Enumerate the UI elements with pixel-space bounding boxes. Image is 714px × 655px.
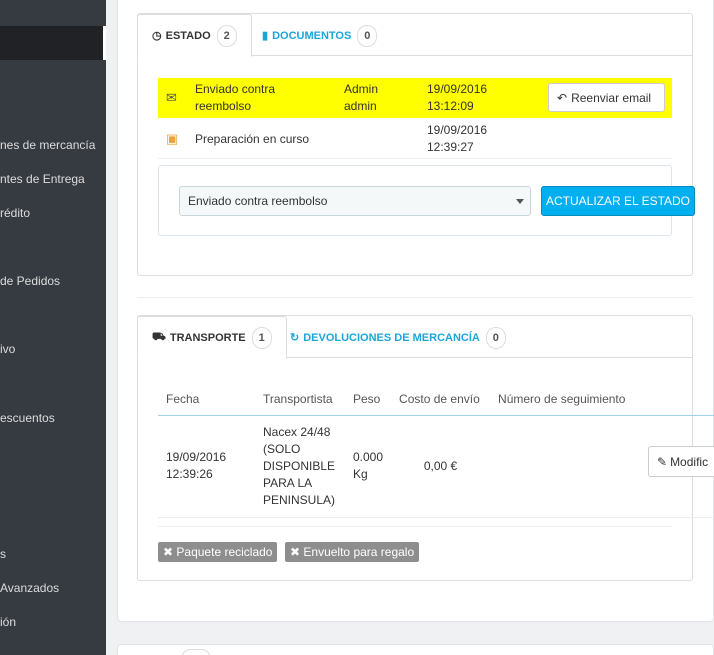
tab-devoluciones-count: 0 — [485, 326, 506, 349]
sidebar-item[interactable]: s — [0, 544, 106, 564]
gift-wrap-label: Envuelto para regalo — [303, 545, 415, 559]
next-panel — [117, 644, 714, 655]
sidebar-active-item[interactable] — [0, 26, 106, 60]
envelope-icon: ✉ — [166, 90, 177, 105]
history-employee: Admin admin — [344, 82, 379, 113]
resend-email-button[interactable]: ↶ Reenviar email — [548, 83, 665, 112]
tab-transporte[interactable]: ⛟ Transporte 1 — [137, 316, 287, 359]
edit-shipping-label: Modific — [670, 454, 709, 469]
history-state: Preparación en curso — [195, 132, 310, 146]
sidebar: nes de mercancía ntes de Entrega rédito … — [0, 0, 106, 655]
status-update-form: Enviado contra reembolso Actualizar el e… — [158, 165, 695, 236]
tab-estado-count: 2 — [216, 24, 237, 47]
truck-icon: ⛟ — [152, 330, 166, 343]
sidebar-item[interactable]: Avanzados — [0, 578, 106, 598]
history-date: 19/09/2016 12:39:27 — [427, 123, 488, 154]
tab-devoluciones-label: Devoluciones de mercancía — [303, 331, 480, 344]
col-transportista: Transportista — [255, 383, 345, 416]
divider — [158, 526, 672, 527]
pencil-icon: ✎ — [657, 454, 668, 469]
file-icon: ▮ — [262, 30, 269, 42]
resend-email-label: Reenviar email — [571, 90, 652, 105]
order-status-select[interactable]: Enviado contra reembolso — [179, 186, 531, 216]
sidebar-item[interactable]: ivo — [0, 339, 106, 359]
col-fecha: Fecha — [158, 383, 255, 416]
package-icon: ▣ — [166, 131, 179, 146]
history-date: 19/09/2016 13:12:09 — [427, 82, 488, 113]
gift-wrap-tag: ✖ Envuelto para regalo — [285, 542, 420, 562]
next-panel-tab — [181, 649, 211, 655]
undo-icon: ↻ — [290, 332, 300, 344]
shipping-date: 19/09/2016 12:39:26 — [158, 415, 255, 518]
update-status-button[interactable]: Actualizar el estado — [541, 186, 695, 216]
col-costo: Costo de envío — [391, 383, 491, 416]
clock-icon: ◷ — [152, 30, 162, 42]
chevron-down-icon — [516, 199, 524, 204]
recycled-package-label: Paquete reciclado — [176, 545, 273, 559]
shipping-cost: 0,00 € — [391, 415, 491, 518]
sidebar-item[interactable]: nes de mercancía — [0, 135, 106, 155]
col-seguimiento: Número de seguimiento — [490, 383, 714, 416]
close-icon: ✖ — [290, 545, 301, 559]
shipping-weight: 0.000 Kg — [345, 415, 392, 518]
sidebar-item[interactable]: escuentos — [0, 408, 106, 428]
history-state: Enviado contra reembolso — [195, 82, 276, 113]
shipping-carrier: Nacex 24/48 (SOLO DISPONIBLE PARA LA PEN… — [255, 415, 345, 518]
sidebar-item[interactable]: ntes de Entrega — [0, 169, 106, 189]
shipping-tab-row: ⛟ Transporte 1 ↻ Devoluciones de mercanc… — [137, 316, 692, 359]
close-icon: ✖ — [163, 545, 174, 559]
history-row: ✉ Enviado contra reembolso Admin admin 1… — [158, 78, 672, 118]
sidebar-item[interactable]: rédito — [0, 203, 106, 223]
tab-transporte-label: Transporte — [169, 331, 246, 344]
sidebar-item[interactable]: ión — [0, 612, 106, 632]
tab-transporte-count: 1 — [251, 326, 272, 349]
table-row: 19/09/2016 12:39:26 Nacex 24/48 (SOLO DI… — [158, 415, 714, 518]
tab-estado[interactable]: ◷ Estado 2 — [137, 14, 252, 57]
tab-devoluciones[interactable]: ↻ Devoluciones de mercancía 0 — [276, 316, 520, 359]
edit-shipping-button[interactable]: ✎ Modific — [648, 446, 714, 477]
order-status-selected: Enviado contra reembolso — [188, 194, 328, 208]
tab-documentos-count: 0 — [357, 24, 378, 47]
tab-estado-label: Estado — [165, 29, 211, 42]
table-header-row: Fecha Transportista Peso Costo de envío … — [158, 383, 714, 416]
col-peso: Peso — [345, 383, 392, 416]
status-tab-row: ◷ Estado 2 ▮ Documentos 0 — [137, 14, 692, 57]
tab-documentos-label: Documentos — [272, 29, 352, 42]
divider — [137, 297, 693, 298]
shipping-table: Fecha Transportista Peso Costo de envío … — [158, 383, 714, 518]
reply-icon: ↶ — [557, 90, 568, 105]
recycled-package-tag: ✖ Paquete reciclado — [158, 542, 278, 562]
tab-documentos[interactable]: ▮ Documentos 0 — [248, 14, 391, 57]
sidebar-item[interactable]: de Pedidos — [0, 271, 106, 291]
status-tabs-box: ◷ Estado 2 ▮ Documentos 0 ✉ Enviado cont… — [137, 13, 695, 276]
history-row: ▣ Preparación en curso 19/09/2016 12:39:… — [158, 119, 672, 159]
